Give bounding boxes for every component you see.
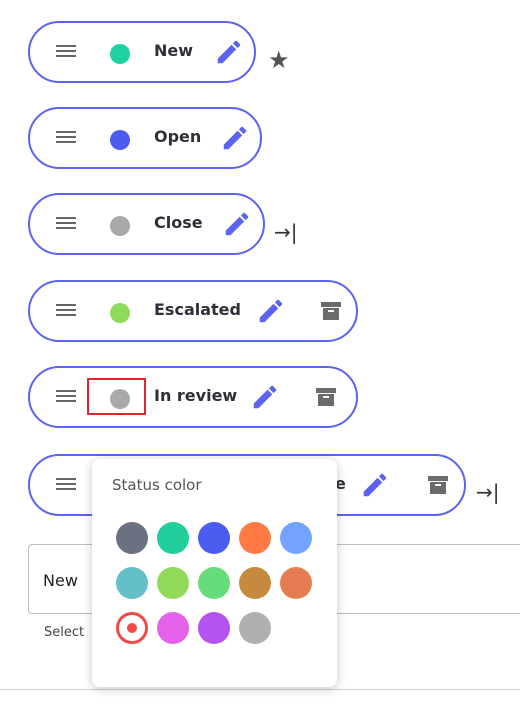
color-swatch[interactable] — [239, 612, 271, 644]
color-swatch[interactable] — [116, 522, 148, 554]
pencil-icon[interactable] — [250, 382, 280, 412]
popup-title: Status color — [112, 476, 202, 494]
drag-handle-icon[interactable] — [56, 390, 76, 404]
status-item-open[interactable]: Open — [28, 107, 262, 169]
move-to-end-icon[interactable]: →| — [476, 480, 500, 504]
color-swatch[interactable] — [280, 567, 312, 599]
status-label: Open — [154, 127, 202, 146]
color-swatch[interactable] — [239, 567, 271, 599]
status-color-dot[interactable] — [110, 303, 130, 323]
drag-handle-icon[interactable] — [56, 45, 76, 59]
pencil-icon[interactable] — [214, 37, 244, 67]
pencil-icon[interactable] — [220, 123, 250, 153]
status-color-dot[interactable] — [110, 44, 130, 64]
drag-handle-icon[interactable] — [56, 304, 76, 318]
helper-text: Select — [44, 625, 85, 640]
status-label: New — [154, 41, 194, 60]
status-label: In review — [154, 386, 238, 405]
color-swatch[interactable] — [116, 567, 148, 599]
status-select-value: New — [43, 571, 78, 590]
move-to-end-icon[interactable]: →| — [274, 220, 298, 244]
drag-handle-icon[interactable] — [56, 131, 76, 145]
color-swatch[interactable] — [157, 522, 189, 554]
pencil-icon[interactable] — [222, 209, 252, 239]
pencil-icon[interactable] — [256, 296, 286, 326]
color-swatch[interactable] — [239, 522, 271, 554]
status-item-in-review[interactable]: In review — [28, 366, 358, 428]
status-color-popup: Status color — [92, 459, 337, 687]
archive-icon[interactable] — [314, 385, 338, 409]
color-swatch[interactable] — [157, 612, 189, 644]
status-item-close[interactable]: Close — [28, 193, 265, 255]
status-item-escalated[interactable]: Escalated — [28, 280, 358, 342]
color-swatch[interactable] — [198, 567, 230, 599]
status-color-dot[interactable] — [110, 130, 130, 150]
selection-highlight — [87, 378, 146, 415]
color-swatch[interactable] — [116, 612, 148, 644]
drag-handle-icon[interactable] — [56, 217, 76, 231]
archive-icon[interactable] — [319, 299, 343, 323]
divider — [0, 689, 520, 690]
status-item-new[interactable]: New — [28, 21, 256, 83]
star-icon[interactable]: ★ — [268, 46, 290, 74]
color-swatch[interactable] — [157, 567, 189, 599]
color-swatch[interactable] — [280, 522, 312, 554]
archive-icon[interactable] — [426, 473, 450, 497]
color-swatch[interactable] — [198, 612, 230, 644]
status-label: Escalated — [154, 300, 241, 319]
drag-handle-icon[interactable] — [56, 478, 76, 492]
status-label: Close — [154, 213, 203, 232]
status-color-dot[interactable] — [110, 216, 130, 236]
pencil-icon[interactable] — [360, 470, 390, 500]
color-swatch[interactable] — [198, 522, 230, 554]
